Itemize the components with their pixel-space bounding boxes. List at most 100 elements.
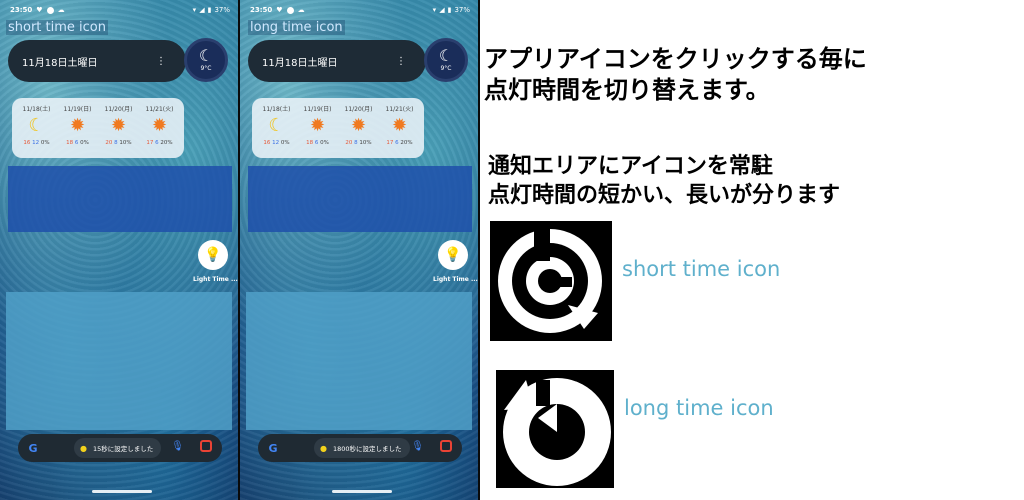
app-label: Light Time ...	[193, 276, 238, 283]
forecast-day: 11/19(日) ✹ 18 6 0%	[64, 104, 92, 158]
lens-icon[interactable]	[200, 440, 212, 452]
screen-label: long time icon	[248, 20, 345, 35]
signal-icon: ◢	[439, 6, 445, 14]
light-time-app-icon[interactable]: 💡	[198, 240, 228, 270]
phone-screen-short: 23:50 ♥ ☁ ▾ ◢ ▮ 37% short time icon 11月1…	[0, 0, 238, 500]
battery-icon: ▮	[447, 6, 452, 14]
phone-screen-long: 23:50 ♥ ☁ ▾ ◢ ▮ 37% long time icon 11月18…	[240, 0, 478, 500]
battery-level: 37%	[214, 6, 230, 14]
description-block-1: アプリアイコンをクリックする毎に 点灯時間を切り替えます。	[484, 44, 867, 106]
long-time-icon	[496, 370, 614, 488]
cloud-icon: ☁	[57, 6, 65, 14]
forecast-date: 11/18(土)	[262, 106, 291, 113]
forecast-day: 11/18(土) ☾ 16 12 0%	[23, 104, 51, 158]
moon-icon: ☾	[198, 46, 214, 65]
forecast-day: 11/20(月) ✹ 20 8 10%	[105, 104, 133, 158]
mic-icon[interactable]: 🎙	[171, 441, 184, 452]
bulb-icon: ●	[80, 443, 87, 453]
forecast-date: 11/21(火)	[385, 106, 414, 113]
app-screenshot-composite: 23:50 ♥ ☁ ▾ ◢ ▮ 37% short time icon 11月1…	[0, 0, 1024, 500]
search-dock[interactable]: G ● 15秒に設定しました 🎙	[18, 434, 222, 462]
toast-text: 1800秒に設定しました	[332, 445, 402, 453]
gesture-bar[interactable]	[92, 490, 152, 493]
sun-icon: ✹	[151, 115, 168, 136]
toast-message: ● 1800秒に設定しました	[314, 438, 410, 458]
sun-icon: ✹	[309, 115, 326, 136]
description-line: 点灯時間の短かい、長いが分ります	[488, 183, 841, 208]
mic-icon[interactable]: 🎙	[411, 441, 424, 452]
description-line: 点灯時間を切り替えます。	[484, 76, 770, 104]
signal-icon: ◢	[199, 6, 205, 14]
redacted-area	[8, 166, 232, 232]
forecast-day: 11/18(土) ☾ 16 12 0%	[263, 104, 291, 158]
google-icon[interactable]: G	[26, 441, 40, 455]
battery-level: 37%	[454, 6, 470, 14]
description-line: 通知エリアにアイコンを常駐	[488, 154, 773, 179]
sun-icon: ✹	[69, 115, 86, 136]
forecast-temps: 16 12 0%	[263, 140, 290, 146]
forecast-temps: 17 6 20%	[386, 140, 413, 146]
forecast-temps: 16 12 0%	[23, 140, 50, 146]
forecast-date: 11/19(日)	[63, 106, 92, 113]
weather-now-widget[interactable]: ☾ 9°C	[184, 38, 228, 82]
status-bar: 23:50 ♥ ☁ ▾ ◢ ▮ 37%	[10, 3, 230, 17]
wifi-icon: ▾	[192, 6, 197, 14]
screen-label: short time icon	[6, 20, 108, 35]
long-time-icon-graphic	[503, 378, 611, 486]
heart-icon: ♥	[36, 6, 43, 14]
app-notification-icon	[286, 6, 294, 14]
forecast-temps: 18 6 0%	[66, 140, 89, 146]
bulb-icon: 💡	[444, 247, 462, 263]
moon-icon: ☾	[268, 115, 285, 136]
moon-icon: ☾	[28, 115, 45, 136]
toast-message: ● 15秒に設定しました	[74, 438, 162, 458]
weather-now-widget[interactable]: ☾ 9°C	[424, 38, 468, 82]
battery-icon: ▮	[207, 6, 212, 14]
description-line: アプリアイコンをクリックする毎に	[484, 45, 867, 73]
forecast-day: 11/19(日) ✹ 18 6 0%	[304, 104, 332, 158]
long-time-caption: long time icon	[624, 396, 774, 420]
forecast-day: 11/21(火) ✹ 17 6 20%	[146, 104, 174, 158]
short-time-icon	[490, 221, 612, 341]
forecast-date: 11/20(月)	[344, 106, 373, 113]
bulb-icon: ●	[320, 443, 327, 453]
forecast-day: 11/21(火) ✹ 17 6 20%	[386, 104, 414, 158]
date-text: 11月18日土曜日	[22, 57, 98, 69]
redacted-area	[246, 292, 472, 430]
search-dock[interactable]: G ● 1800秒に設定しました 🎙	[258, 434, 462, 462]
status-time: 23:50	[250, 6, 273, 14]
forecast-date: 11/19(日)	[303, 106, 332, 113]
google-icon[interactable]: G	[266, 441, 280, 455]
status-icons: ▾ ◢ ▮ 37%	[433, 6, 470, 14]
heart-icon: ♥	[276, 6, 283, 14]
wifi-icon: ▾	[432, 6, 437, 14]
sun-icon: ✹	[110, 115, 127, 136]
light-time-app-icon[interactable]: 💡	[438, 240, 468, 270]
redacted-area	[6, 292, 232, 430]
redacted-area	[248, 166, 472, 232]
forecast-date: 11/21(火)	[145, 106, 174, 113]
short-time-caption: short time icon	[622, 257, 781, 281]
date-widget[interactable]: 11月18日土曜日 ⋮	[248, 40, 426, 82]
forecast-widget[interactable]: 11/18(土) ☾ 16 12 0% 11/19(日) ✹ 18 6 0% 1…	[252, 98, 424, 158]
forecast-temps: 17 6 20%	[146, 140, 173, 146]
date-widget[interactable]: 11月18日土曜日 ⋮	[8, 40, 186, 82]
forecast-temps: 18 6 0%	[306, 140, 329, 146]
status-time: 23:50	[10, 6, 33, 14]
more-menu-icon[interactable]: ⋮	[156, 56, 166, 67]
gesture-bar[interactable]	[332, 490, 392, 493]
toast-text: 15秒に設定しました	[92, 445, 154, 453]
bulb-icon: 💡	[204, 247, 222, 263]
app-label: Light Time ...	[433, 276, 478, 283]
forecast-temps: 20 8 10%	[105, 140, 132, 146]
moon-icon: ☾	[438, 46, 454, 65]
sun-icon: ✹	[350, 115, 367, 136]
lens-icon[interactable]	[440, 440, 452, 452]
cloud-icon: ☁	[297, 6, 305, 14]
app-notification-icon	[46, 6, 54, 14]
forecast-widget[interactable]: 11/18(土) ☾ 16 12 0% 11/19(日) ✹ 18 6 0% 1…	[12, 98, 184, 158]
sun-icon: ✹	[391, 115, 408, 136]
date-text: 11月18日土曜日	[262, 57, 338, 69]
forecast-day: 11/20(月) ✹ 20 8 10%	[345, 104, 373, 158]
more-menu-icon[interactable]: ⋮	[396, 56, 406, 67]
